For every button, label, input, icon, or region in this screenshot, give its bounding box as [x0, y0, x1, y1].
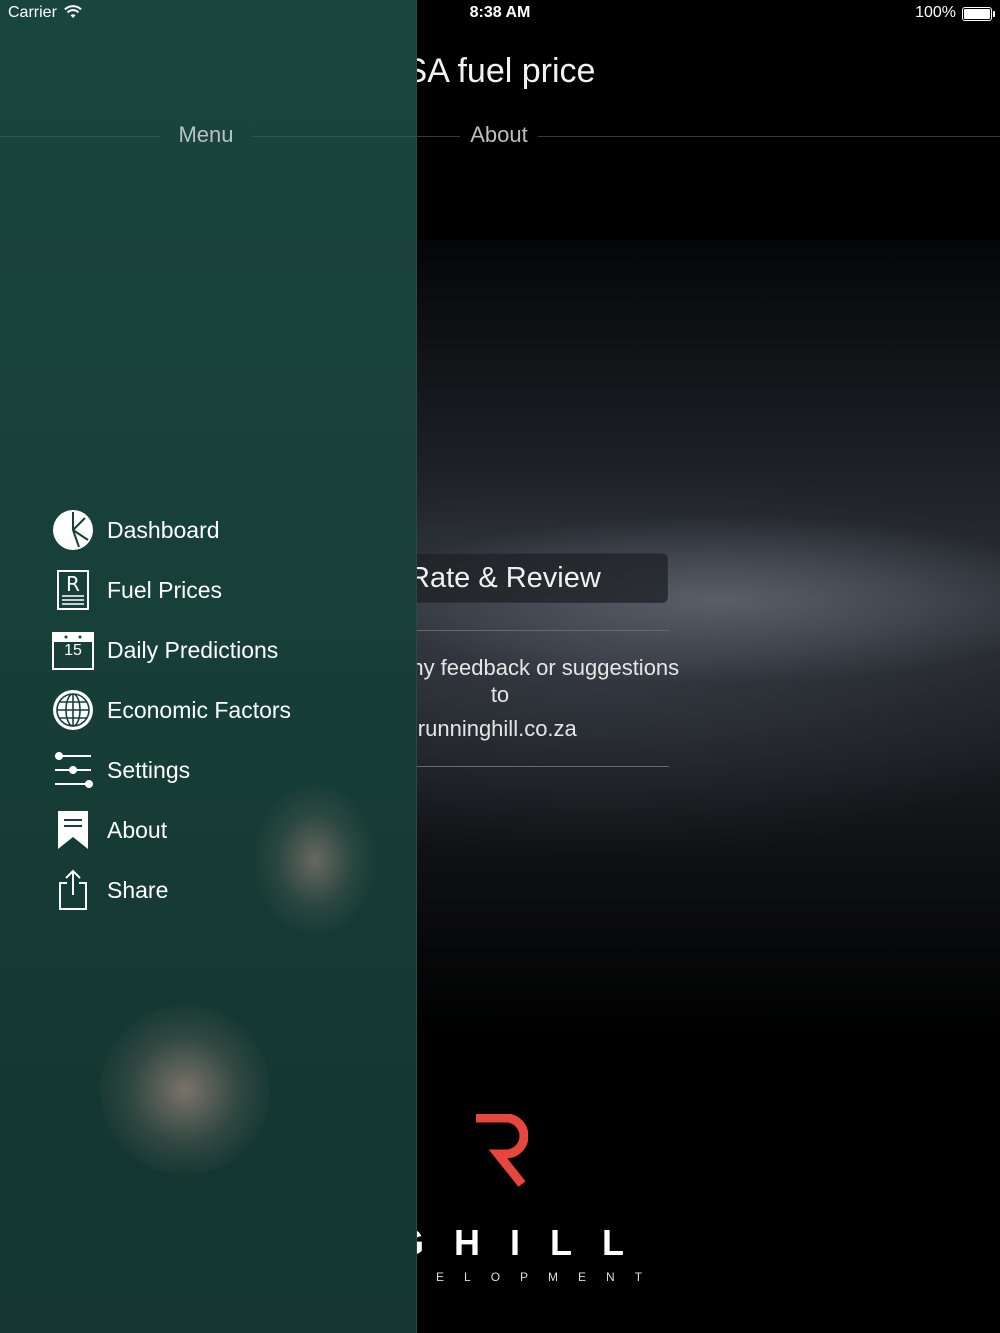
menu-label: Dashboard — [107, 516, 220, 543]
header-divider — [538, 136, 1000, 137]
menu-label: Daily Predictions — [107, 636, 279, 663]
menu-label: Share — [107, 876, 169, 903]
background-blur — [100, 1005, 270, 1175]
side-menu: Menu Dashboard R Fuel Prices 15 Daily Pr… — [0, 0, 417, 1333]
menu-title: Menu — [178, 122, 234, 147]
battery-icon — [962, 7, 995, 21]
receipt-r-icon: R — [52, 569, 94, 611]
sliders-icon — [52, 749, 94, 791]
menu-label: Settings — [107, 756, 191, 783]
menu-item-share[interactable]: Share — [52, 860, 412, 920]
page-title: About — [470, 122, 528, 147]
menu-label: Economic Factors — [107, 696, 292, 723]
menu-item-economic-factors[interactable]: Economic Factors — [52, 680, 412, 740]
menu-item-about[interactable]: About — [52, 800, 412, 860]
calendar-day: 15 — [64, 642, 82, 659]
rate-review-label: Rate & Review — [409, 561, 601, 594]
battery-percent: 100% — [915, 4, 956, 21]
menu-item-daily-predictions[interactable]: 15 Daily Predictions — [52, 620, 412, 680]
menu-label: Fuel Prices — [107, 576, 223, 603]
runninghill-logo-icon — [476, 1114, 528, 1187]
menu-label: About — [107, 816, 168, 843]
pie-chart-icon — [52, 509, 94, 551]
menu-item-settings[interactable]: Settings — [52, 740, 412, 800]
bookmark-icon — [52, 809, 94, 851]
menu-divider — [252, 136, 416, 137]
menu-item-fuel-prices[interactable]: R Fuel Prices — [52, 560, 412, 620]
menu-item-dashboard[interactable]: Dashboard — [52, 500, 412, 560]
svg-text:R: R — [66, 572, 80, 596]
status-bar: Carrier 8:38 AM 100% — [0, 0, 1000, 28]
share-icon — [52, 869, 94, 911]
calendar-icon: 15 — [52, 629, 94, 671]
menu-divider — [0, 136, 160, 137]
globe-icon — [52, 689, 94, 731]
clock: 8:38 AM — [469, 4, 531, 21]
